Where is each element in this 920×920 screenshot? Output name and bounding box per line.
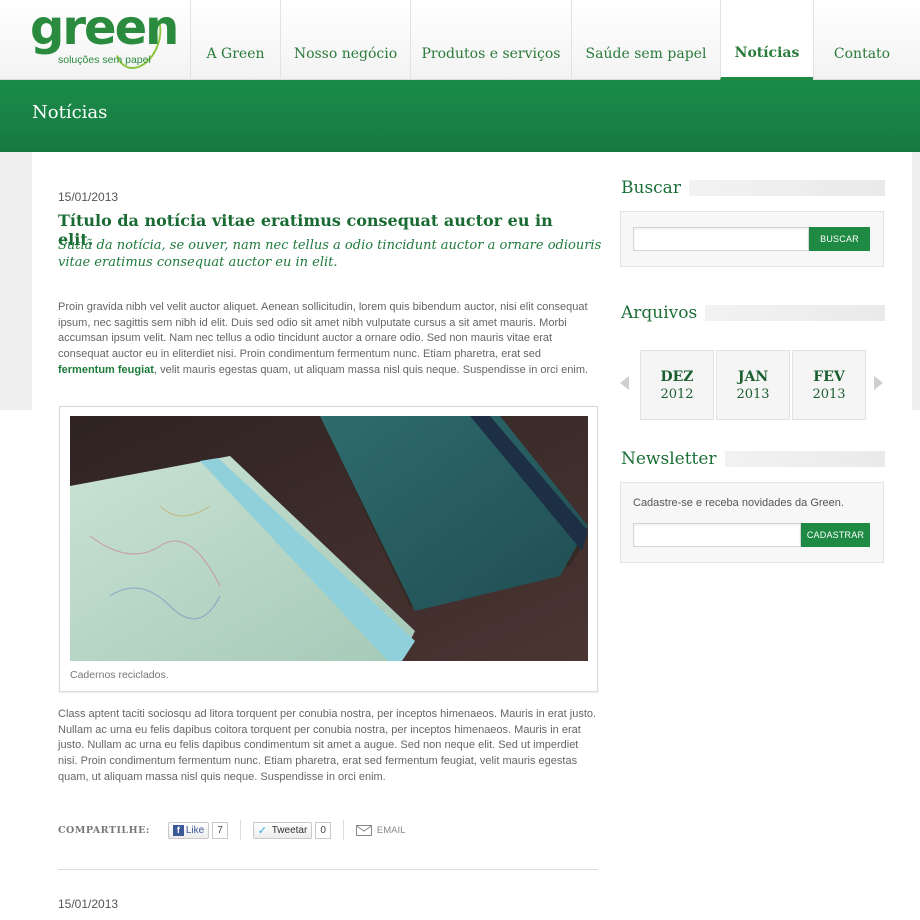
newsletter-subscribe-button[interactable]: CADASTRAR xyxy=(801,523,870,547)
archives-heading: Arquivos xyxy=(621,303,706,323)
like-count: 7 xyxy=(212,821,228,839)
archive-item-jan-2013[interactable]: JAN 2013 xyxy=(716,350,790,420)
share-divider xyxy=(239,820,241,840)
nav-item-nosso-negocio[interactable]: Nosso negócio xyxy=(280,0,410,80)
logo-word: green xyxy=(30,0,179,56)
heading-rule xyxy=(688,180,885,196)
email-share-button[interactable]: EMAIL xyxy=(355,824,406,836)
next-article-date: 15/01/2013 xyxy=(58,897,119,911)
archive-year: 2013 xyxy=(736,386,770,402)
search-input[interactable] xyxy=(633,227,809,251)
photo-caption: Cadernos reciclados. xyxy=(70,669,169,681)
archive-month: DEZ xyxy=(660,368,694,385)
nav-item-saude-sem-papel[interactable]: Saúde sem papel xyxy=(571,0,720,80)
article-paragraph-2: Class aptent taciti sociosqu ad litora t… xyxy=(58,708,597,783)
article-paragraph-1: Proin gravida nibh vel velit auctor aliq… xyxy=(58,300,600,379)
share-label: COMPARTILHE: xyxy=(58,824,150,836)
archive-month: JAN xyxy=(737,368,769,385)
article-divider xyxy=(58,869,598,870)
archives-next-arrow-icon[interactable] xyxy=(874,376,883,390)
facebook-icon: f xyxy=(172,824,184,836)
newsletter-heading: Newsletter xyxy=(621,449,725,469)
twitter-bird-icon: ✓ xyxy=(257,824,267,837)
search-box: BUSCAR xyxy=(620,211,884,267)
notebooks-image xyxy=(70,416,588,661)
share-bar: COMPARTILHE: f Like 7 ✓ Tweetar 0 EMAIL xyxy=(58,820,405,840)
archives-prev-arrow-icon[interactable] xyxy=(620,376,629,390)
archive-year: 2013 xyxy=(812,386,846,402)
archive-year: 2012 xyxy=(660,386,694,402)
logo[interactable]: green soluções sem papel xyxy=(30,0,180,76)
search-heading-row: Buscar xyxy=(621,178,885,198)
envelope-icon xyxy=(355,824,372,836)
heading-rule xyxy=(724,451,885,467)
article-photo[interactable] xyxy=(70,416,588,661)
archives-heading-row: Arquivos xyxy=(621,303,885,323)
search-button[interactable]: BUSCAR xyxy=(809,227,870,251)
background-texture-right xyxy=(912,152,920,410)
share-divider xyxy=(342,820,344,840)
nav-item-noticias[interactable]: Notícias xyxy=(720,0,813,80)
article-figure: Cadernos reciclados. xyxy=(59,406,598,692)
newsletter-email-input[interactable] xyxy=(633,523,801,547)
site-header: green soluções sem papel A Green Nosso n… xyxy=(0,0,920,80)
background-texture-left xyxy=(0,152,32,410)
like-label: Like xyxy=(185,824,205,836)
inline-link[interactable]: fermentum feugiat xyxy=(58,364,154,376)
heading-rule xyxy=(705,305,885,321)
email-label: EMAIL xyxy=(376,824,406,836)
logo-tagline: soluções sem papel xyxy=(58,54,151,66)
page-title: Notícias xyxy=(32,102,108,123)
newsletter-box: Cadastre-se e receba novidades da Green.… xyxy=(620,482,884,563)
newsletter-text: Cadastre-se e receba novidades da Green. xyxy=(633,497,844,509)
tweet-button[interactable]: ✓ Tweetar xyxy=(252,821,313,839)
archive-item-fev-2013[interactable]: FEV 2013 xyxy=(792,350,866,420)
paragraph-text: , velit mauris egestas quam, ut aliquam … xyxy=(153,363,589,376)
nav-item-contato[interactable]: Contato xyxy=(813,0,910,80)
newsletter-heading-row: Newsletter xyxy=(621,449,885,469)
article-subtitle: Sutiã da notícia, se ouver, nam nec tell… xyxy=(58,238,602,270)
facebook-like-button[interactable]: f Like xyxy=(167,821,210,839)
page-title-band xyxy=(0,80,920,152)
article-date: 15/01/2013 xyxy=(58,190,119,204)
tweet-label: Tweetar xyxy=(271,824,308,836)
nav-item-produtos-servicos[interactable]: Produtos e serviços xyxy=(410,0,571,80)
paragraph-text: Proin gravida nibh vel velit auctor aliq… xyxy=(58,301,588,361)
main-nav: A Green Nosso negócio Produtos e serviço… xyxy=(190,0,910,80)
search-heading: Buscar xyxy=(621,178,689,198)
nav-item-a-green[interactable]: A Green xyxy=(190,0,280,80)
archive-month: FEV xyxy=(813,368,845,385)
tweet-count: 0 xyxy=(315,821,331,839)
archive-item-dez-2012[interactable]: DEZ 2012 xyxy=(640,350,714,420)
